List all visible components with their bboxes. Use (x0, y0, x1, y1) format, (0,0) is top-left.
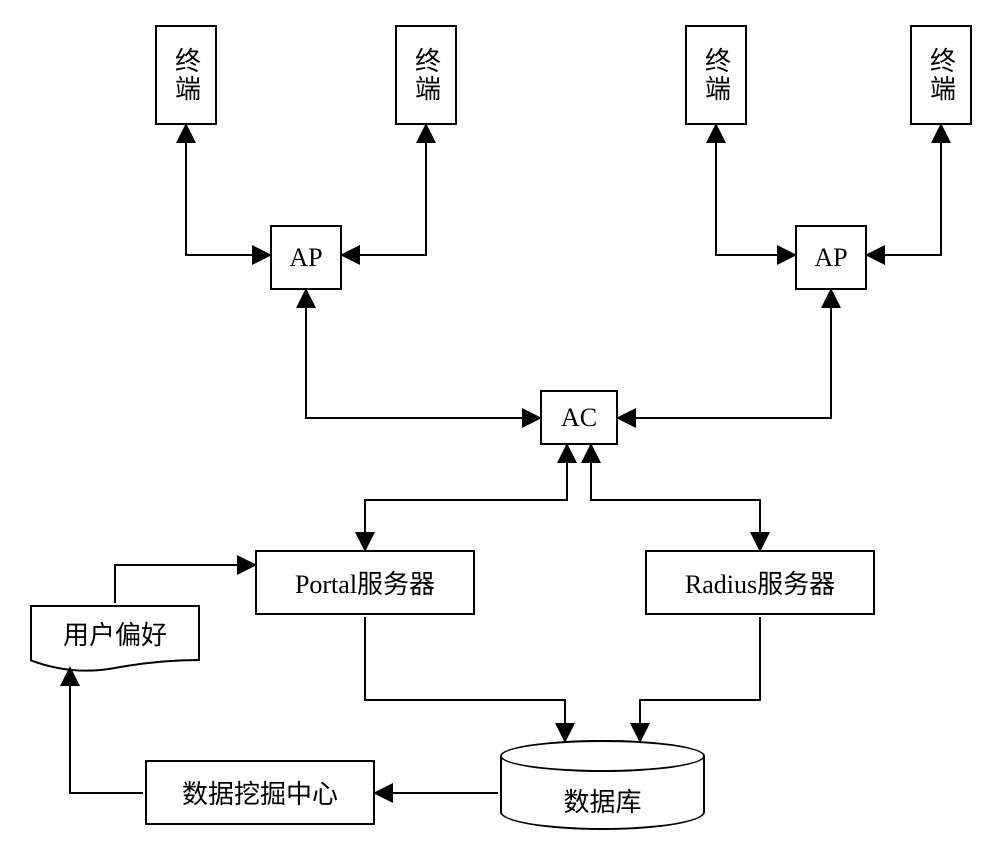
terminal-4-label: 终端 (923, 47, 960, 103)
portal-server: Portal服务器 (255, 550, 475, 615)
ap-right: AP (795, 225, 867, 290)
portal-server-label: Portal服务器 (295, 564, 435, 601)
terminal-2: 终端 (395, 25, 457, 125)
radius-server-label: Radius服务器 (685, 564, 835, 601)
data-mining-center-label: 数据挖掘中心 (182, 774, 338, 811)
terminal-2-label: 终端 (408, 47, 445, 103)
terminal-4: 终端 (910, 25, 972, 125)
data-mining-center: 数据挖掘中心 (145, 760, 375, 825)
database: 数据库 (500, 740, 705, 830)
user-preference-label: 用户偏好 (63, 615, 167, 652)
ap-left-label: AP (289, 243, 322, 273)
terminal-3: 终端 (685, 25, 747, 125)
radius-server: Radius服务器 (645, 550, 875, 615)
terminal-1: 终端 (155, 25, 217, 125)
ac-label: AC (561, 403, 597, 433)
terminal-3-label: 终端 (698, 47, 735, 103)
ac: AC (540, 390, 618, 445)
database-label: 数据库 (502, 782, 703, 819)
user-preference: 用户偏好 (30, 605, 200, 660)
terminal-1-label: 终端 (168, 47, 205, 103)
ap-left: AP (270, 225, 342, 290)
ap-right-label: AP (814, 243, 847, 273)
connector-wires (0, 0, 1000, 862)
